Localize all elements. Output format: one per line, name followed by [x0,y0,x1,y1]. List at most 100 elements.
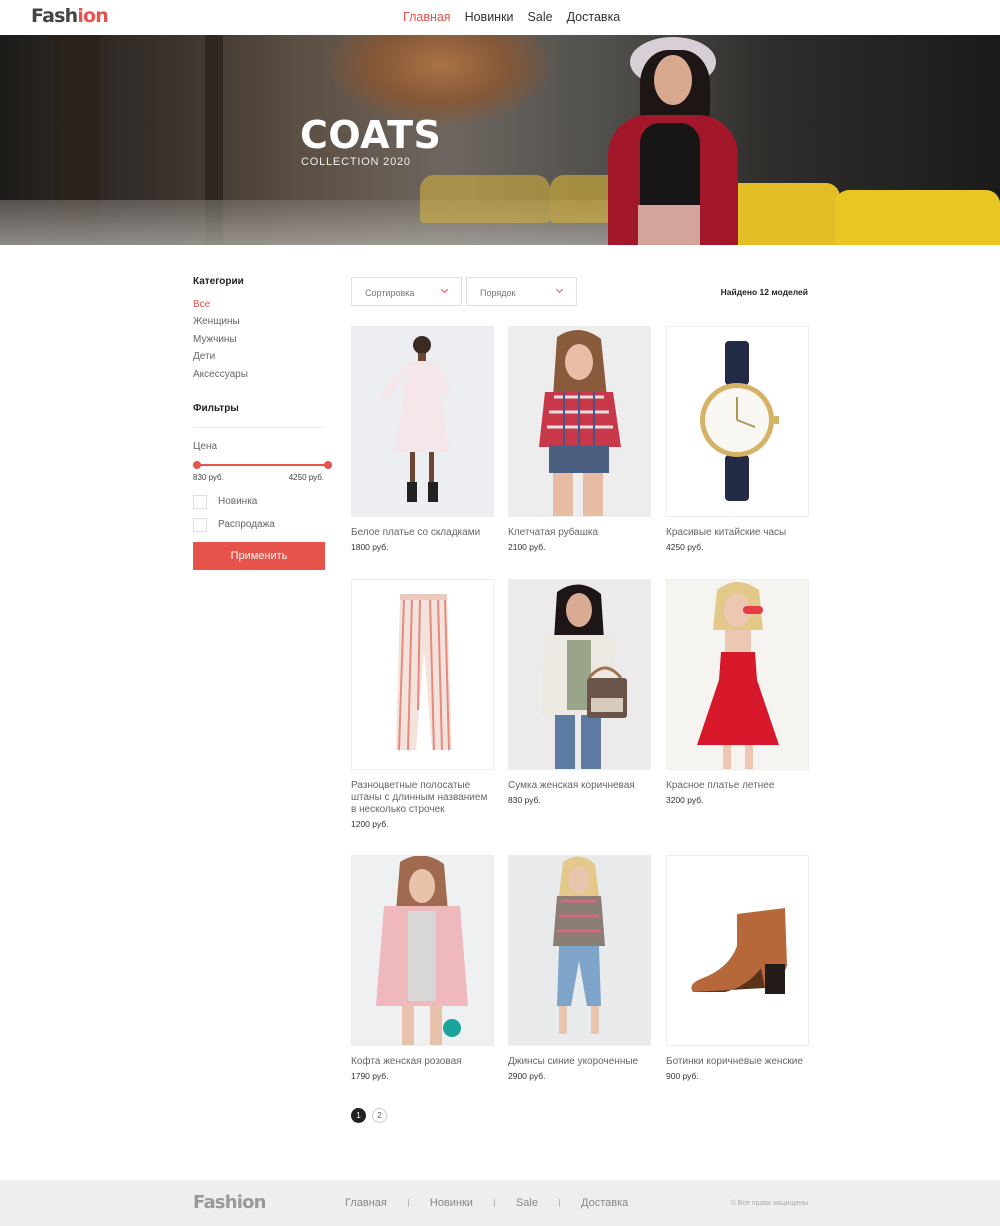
product-name[interactable]: Клетчатая рубашка [508,527,651,539]
price-max-handle[interactable] [324,460,332,469]
product-price: 830 руб. [508,795,541,805]
footer-divider [407,1199,409,1207]
order-select-label: Порядок [480,288,516,298]
product-name[interactable]: Сумка женская коричневая [508,780,651,792]
pagination: 1 2 [351,1108,387,1123]
category-item-women[interactable]: Женщины [193,316,325,333]
product-card[interactable]: Ботинки коричневые женские 900 руб. [666,855,809,1081]
product-name[interactable]: Кофта женская розовая [351,1056,494,1068]
product-price: 1790 руб. [351,1071,389,1081]
sort-select-label: Сортировка [365,288,415,298]
nav-link-delivery[interactable]: Доставка [567,10,621,24]
product-price: 2100 руб. [508,542,546,552]
price-min-handle[interactable] [193,460,201,469]
brown-boots-image [691,908,787,994]
hero-taxi [835,190,1000,245]
category-item-men[interactable]: Мужчины [193,334,325,351]
product-price: 2900 руб. [508,1071,546,1081]
site-header: Fashion Главная Новинки Sale Доставка [0,0,1000,35]
footer-nav: Главная Новинки Sale Доставка [345,1197,628,1209]
checkbox-sale[interactable] [193,517,207,532]
footer-logo[interactable]: Fashion [193,1192,266,1213]
page-button-2[interactable]: 2 [372,1108,387,1123]
white-dress-image [380,336,450,502]
footer-link-new[interactable]: Новинки [430,1197,473,1209]
category-item-accessories[interactable]: Аксессуары [193,369,325,386]
page-button-1[interactable]: 1 [351,1108,366,1123]
plaid-shirt-image [539,329,621,516]
filters-title: Фильтры [193,402,239,414]
product-price: 4250 руб. [666,542,704,552]
footer-divider [559,1199,560,1207]
blue-jeans-image [553,856,605,1034]
checkbox-new-label: Новинка [218,496,258,508]
order-select[interactable]: Порядок [466,277,577,306]
product-price: 1200 руб. [351,819,389,829]
price-min-value: 830 руб. [193,472,224,482]
product-name[interactable]: Джинсы синие укороченные [508,1056,651,1068]
product-name[interactable]: Красное платье летнее [666,780,809,792]
product-name[interactable]: Белое платье со складками [351,527,494,539]
product-name[interactable]: Разноцветные полосатые штаны с длинным н… [351,780,494,816]
footer-link-sale[interactable]: Sale [516,1197,538,1209]
site-footer: Fashion Главная Новинки Sale Доставка © … [0,1180,1000,1226]
product-image[interactable] [666,579,809,770]
product-image[interactable] [666,855,809,1046]
product-image[interactable] [351,579,494,770]
chevron-down-icon [555,285,564,294]
product-image[interactable] [666,326,809,517]
product-image[interactable] [508,855,651,1046]
product-card[interactable]: Красное платье летнее 3200 руб. [666,579,809,805]
categories-title: Категории [193,276,244,287]
product-image[interactable] [508,326,651,517]
logo-main: Fash [31,5,78,27]
product-card[interactable]: Сумка женская коричневая 830 руб. [508,579,651,805]
product-image[interactable] [351,326,494,517]
product-card[interactable]: Кофта женская розовая 1790 руб. [351,855,494,1081]
hero-banner: COATS COLLECTION 2020 [0,35,1000,245]
price-max-value: 4250 руб. [288,472,324,482]
category-item-all[interactable]: Все [193,299,325,316]
chevron-down-icon [440,285,449,294]
striped-pants-image [396,594,452,751]
hero-taxi [420,175,550,223]
logo[interactable]: Fashion [31,5,109,27]
product-card[interactable]: Разноцветные полосатые штаны с длинным н… [351,579,494,829]
nav-link-new[interactable]: Новинки [465,10,514,24]
apply-filters-button[interactable]: Применить [193,541,325,570]
product-image[interactable] [351,855,494,1046]
filter-new: Новинка [193,494,325,509]
product-image[interactable] [508,579,651,770]
copyright-text: © Все права защищены [730,1200,808,1207]
filter-sale: Распродажа [193,517,325,532]
category-item-kids[interactable]: Дети [193,351,325,368]
hero-model-image [590,35,745,245]
logo-accent: ion [77,5,109,27]
brown-bag-image [541,584,627,769]
nav-link-home[interactable]: Главная [403,10,451,24]
price-range-track [196,463,327,466]
price-range-slider[interactable] [193,460,332,469]
product-card[interactable]: Белое платье со складками 1800 руб. [351,326,494,552]
price-label: Цена [193,440,218,452]
footer-link-delivery[interactable]: Доставка [581,1197,628,1209]
product-price: 1800 руб. [351,542,389,552]
hero-foliage [330,35,550,125]
price-range-values: 830 руб. 4250 руб. [193,473,324,482]
checkbox-sale-label: Распродажа [218,519,275,531]
footer-link-home[interactable]: Главная [345,1197,387,1209]
divider [193,426,325,428]
product-name[interactable]: Ботинки коричневые женские [666,1056,809,1068]
hero-title: COATS [300,113,442,157]
product-price: 900 руб. [666,1071,699,1081]
product-name[interactable]: Красивые китайские часы [666,527,809,539]
category-list: Все Женщины Мужчины Дети Аксессуары [193,299,325,386]
product-card[interactable]: Красивые китайские часы 4250 руб. [666,326,809,552]
nav-link-sale[interactable]: Sale [528,10,553,24]
checkbox-new[interactable] [193,494,207,509]
product-card[interactable]: Джинсы синие укороченные 2900 руб. [508,855,651,1081]
product-card[interactable]: Клетчатая рубашка 2100 руб. [508,326,651,552]
sort-select[interactable]: Сортировка [351,277,462,306]
hero-subtitle: COLLECTION 2020 [301,156,411,168]
main-nav: Главная Новинки Sale Доставка [403,10,620,24]
